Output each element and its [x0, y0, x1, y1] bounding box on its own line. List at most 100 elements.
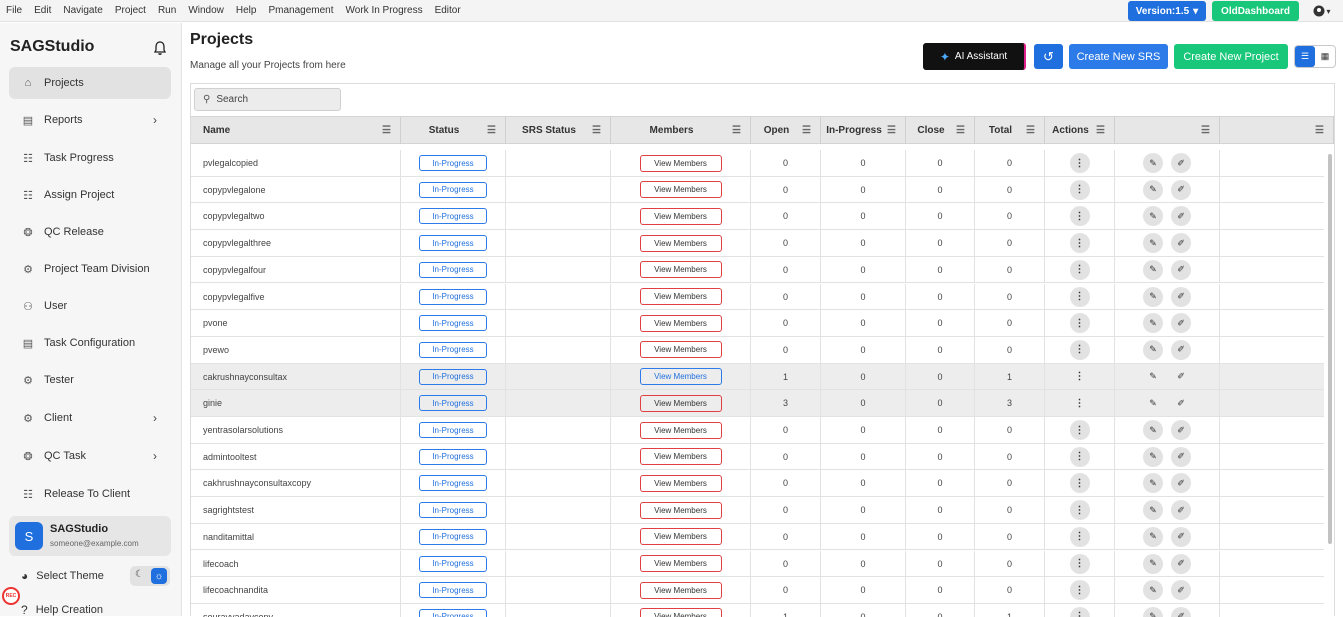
table-row[interactable]: cakhrushnayconsultaxcopy In-Progress View …	[191, 470, 1324, 498]
sidebar-item-projects[interactable]: ⌂ Projects	[9, 67, 171, 99]
menu-item-run[interactable]: Run	[152, 0, 182, 22]
edit-icon[interactable]: ✎	[1143, 420, 1163, 440]
view-members-button[interactable]: View Members	[639, 501, 722, 519]
more-options-icon[interactable]: ⋮	[1069, 606, 1090, 617]
table-row[interactable]: lifecoach In-Progress View Members 0 0 0 0 ⋮ ✎ ✐	[191, 550, 1324, 578]
brush-icon[interactable]: ✐	[1171, 339, 1191, 360]
menu-item-help[interactable]: Help	[230, 0, 263, 22]
bell-icon[interactable]	[152, 40, 168, 56]
column-header[interactable]: SRS Status ☰	[506, 117, 611, 144]
sidebar-item-project-team-division[interactable]: ⚙ Project Team Division	[9, 253, 171, 285]
sidebar-item-reports[interactable]: ▤ Reports ›	[9, 104, 171, 136]
brush-icon[interactable]: ✐	[1171, 473, 1191, 494]
status-badge[interactable]: In-Progress	[419, 341, 487, 358]
view-members-button[interactable]: View Members	[639, 421, 722, 439]
more-options-icon[interactable]: ⋮	[1069, 313, 1090, 334]
table-row[interactable]: lifecoachnandita In-Progress View Members 0…	[191, 577, 1324, 604]
filter-icon[interactable]: ☰	[487, 125, 499, 136]
menu-item-window[interactable]: Window	[182, 0, 230, 22]
table-row[interactable]: pvlegalcopied In-Progress View Members 0 0 0 0…	[191, 150, 1324, 177]
ai-assistant-button[interactable]: ✦ AI Assistant	[923, 43, 1026, 70]
more-options-icon[interactable]: ⋮	[1070, 367, 1090, 387]
table-row[interactable]: copypvlegalfour In-Progress View Members 0 0…	[191, 256, 1324, 284]
view-members-button[interactable]: View Members	[639, 314, 722, 332]
filter-icon[interactable]: ☰	[1026, 125, 1038, 136]
brush-icon[interactable]: ✐	[1171, 286, 1191, 307]
table-row[interactable]: copypvlegalthree In-Progress View Members 0…	[191, 230, 1324, 257]
brush-icon[interactable]: ✐	[1171, 420, 1191, 440]
edit-icon[interactable]: ✎	[1143, 233, 1163, 254]
brush-icon[interactable]: ✐	[1171, 259, 1191, 280]
status-badge[interactable]: In-Progress	[419, 475, 487, 492]
filter-icon[interactable]: ☰	[887, 125, 899, 136]
view-members-button[interactable]: View Members	[639, 394, 722, 412]
view-members-button[interactable]: View Members	[639, 154, 722, 172]
view-members-button[interactable]: View Members	[639, 261, 722, 279]
more-options-icon[interactable]: ⋮	[1069, 580, 1090, 601]
column-header[interactable]: Open ☰	[751, 117, 821, 144]
filter-icon[interactable]: ☰	[1201, 125, 1213, 136]
view-members-button[interactable]: View Members	[639, 581, 722, 599]
list-view-icon[interactable]: ☰	[1295, 46, 1315, 67]
brush-icon[interactable]: ✐	[1171, 233, 1191, 254]
view-members-button[interactable]: View Members	[639, 448, 722, 466]
status-badge[interactable]: In-Progress	[419, 155, 487, 171]
sidebar-item-qc-task[interactable]: ❂ QC Task ›	[9, 440, 171, 472]
status-badge[interactable]: In-Progress	[419, 288, 487, 305]
view-members-button[interactable]: View Members	[639, 341, 722, 359]
more-options-icon[interactable]: ⋮	[1069, 259, 1090, 280]
edit-icon[interactable]: ✎	[1143, 339, 1163, 360]
filter-icon[interactable]: ☰	[956, 125, 968, 136]
view-members-button[interactable]: View Members	[639, 368, 722, 386]
table-row[interactable]: copypvlegalfive In-Progress View Members 0 0…	[191, 283, 1324, 311]
more-options-icon[interactable]: ⋮	[1069, 500, 1090, 521]
status-badge[interactable]: In-Progress	[419, 528, 487, 545]
column-header[interactable]: Members ☰	[611, 117, 751, 144]
brush-icon[interactable]: ✐	[1171, 580, 1191, 601]
sun-icon[interactable]: ☼	[151, 568, 167, 584]
sidebar-item-user[interactable]: ⚇ User	[9, 290, 171, 322]
brush-icon[interactable]: ✐	[1171, 206, 1191, 227]
edit-icon[interactable]: ✎	[1143, 526, 1163, 547]
view-members-button[interactable]: View Members	[639, 207, 722, 225]
menu-item-edit[interactable]: Edit	[28, 0, 57, 22]
menu-item-editor[interactable]: Editor	[429, 0, 467, 22]
more-options-icon[interactable]: ⋮	[1069, 446, 1090, 467]
status-badge[interactable]: In-Progress	[419, 208, 487, 225]
filter-icon[interactable]: ☰	[1096, 125, 1108, 136]
more-options-icon[interactable]: ⋮	[1069, 420, 1090, 440]
edit-icon[interactable]: ✎	[1143, 153, 1163, 173]
more-options-icon[interactable]: ⋮	[1069, 526, 1090, 547]
recorder-badge-icon[interactable]: REC	[2, 587, 20, 605]
column-header[interactable]: Actions ☰	[1045, 117, 1115, 144]
table-row[interactable]: sagrightstest In-Progress View Members 0 0 0 0…	[191, 497, 1324, 524]
edit-icon[interactable]: ✎	[1143, 313, 1163, 334]
edit-icon[interactable]: ✎	[1143, 367, 1163, 387]
status-badge[interactable]: In-Progress	[419, 315, 487, 332]
edit-icon[interactable]: ✎	[1143, 206, 1163, 227]
view-members-button[interactable]: View Members	[639, 181, 722, 199]
table-scrollbar[interactable]	[1327, 144, 1333, 617]
table-row[interactable]: copypvlegaltwo In-Progress View Members 0 0 0…	[191, 203, 1324, 231]
filter-icon[interactable]: ☰	[382, 125, 394, 136]
column-header[interactable]: In-Progress ☰	[821, 117, 906, 144]
more-options-icon[interactable]: ⋮	[1069, 473, 1090, 494]
more-options-icon[interactable]: ⋮	[1069, 233, 1090, 254]
theme-toggle[interactable]: ☾ ☼	[130, 566, 170, 586]
edit-icon[interactable]: ✎	[1143, 473, 1163, 494]
status-badge[interactable]: In-Progress	[419, 368, 487, 385]
status-badge[interactable]: In-Progress	[419, 395, 487, 412]
brush-icon[interactable]: ✐	[1171, 313, 1191, 334]
column-header[interactable]: Status ☰	[401, 117, 506, 144]
sidebar-item-task-configuration[interactable]: ▤ Task Configuration	[9, 327, 171, 359]
brush-icon[interactable]: ✐	[1171, 446, 1191, 467]
table-row[interactable]: yentrasolarsolutions In-Progress View Memb…	[191, 417, 1324, 444]
filter-icon[interactable]: ☰	[802, 125, 814, 136]
brush-icon[interactable]: ✐	[1171, 153, 1191, 173]
view-members-button[interactable]: View Members	[639, 474, 722, 492]
edit-icon[interactable]: ✎	[1143, 393, 1163, 413]
view-members-button[interactable]: View Members	[639, 555, 722, 572]
status-badge[interactable]: In-Progress	[419, 261, 487, 278]
sidebar-item-task-progress[interactable]: ☷ Task Progress	[9, 142, 171, 174]
sidebar-item-qc-release[interactable]: ❂ QC Release	[9, 216, 171, 248]
